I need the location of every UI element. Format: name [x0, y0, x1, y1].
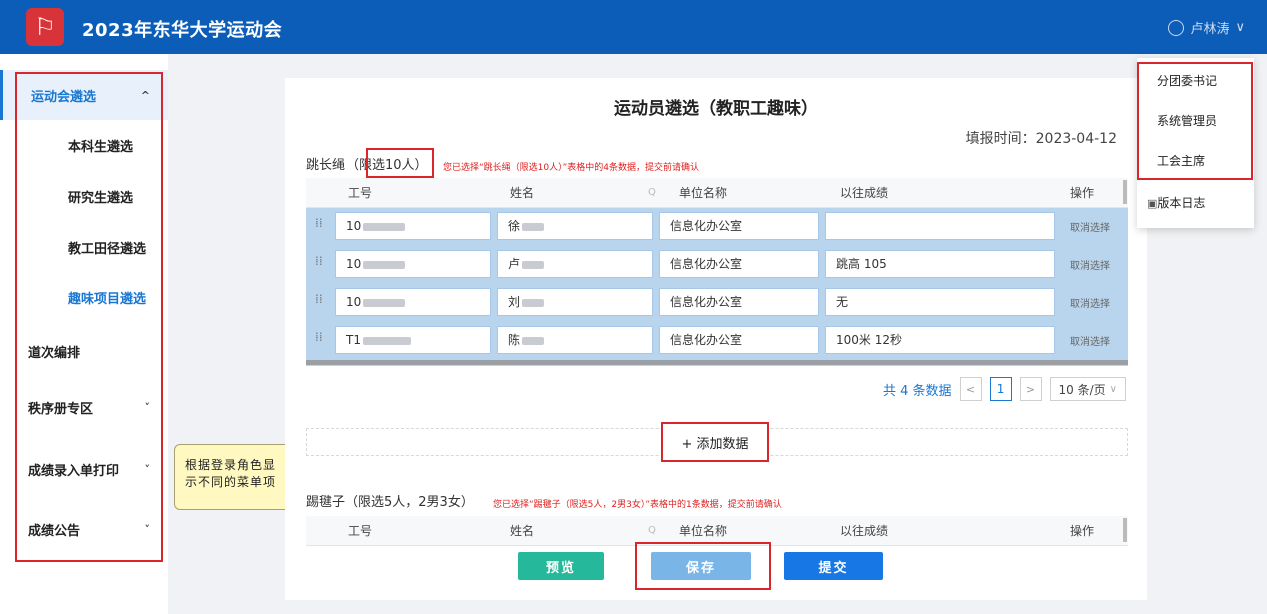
page-title: 运动员遴选（教职工趣味）: [614, 99, 818, 119]
scrollbar[interactable]: [1123, 518, 1127, 542]
cell-staff-id: 10: [335, 288, 491, 316]
table-row[interactable]: ⁞⁞ 10 刘 信息化办公室 无 取消选择: [306, 284, 1128, 320]
drag-handle-icon[interactable]: ⁞⁞: [315, 254, 323, 268]
pagination: 共 4 条数据 < 1 > 10 条/页 ∨: [883, 376, 1126, 402]
cell-name: 刘: [497, 288, 653, 316]
total-count: 共 4 条数据: [882, 383, 952, 399]
page-size-select[interactable]: 10 条/页 ∨: [1049, 377, 1126, 401]
cell-staff-id: 10: [335, 250, 491, 278]
column-header: 单位名称: [679, 186, 728, 200]
add-data-button[interactable]: + 添加数据: [661, 422, 769, 462]
section-title: 踢毽子（限选5人，2男3女）: [306, 495, 474, 510]
cell-score: 跳高 105: [825, 250, 1055, 278]
drag-handle-icon[interactable]: ⁞⁞: [315, 330, 323, 344]
cell-unit: 信息化办公室: [659, 212, 819, 240]
column-header: 工号: [348, 524, 373, 538]
cell-name: 陈: [497, 326, 653, 354]
column-header: 以往成绩: [840, 186, 889, 200]
chevron-down-icon: ∨: [1235, 20, 1245, 35]
selection-note: 您已选择“踢毽子（限选5人，2男3女）”表格中的1条数据，提交前请确认: [493, 500, 782, 510]
log-icon: ▣: [1147, 197, 1158, 210]
cancel-select-link[interactable]: 取消选择: [1070, 219, 1110, 234]
cell-score: [825, 212, 1055, 240]
limit-highlight-box: [366, 148, 434, 178]
role-tooltip: 根据登录角色显示不同的菜单项: [174, 444, 295, 510]
roles-highlight-box: [1137, 62, 1253, 180]
scrollbar[interactable]: [1123, 180, 1127, 204]
column-header: 操作: [1070, 186, 1095, 200]
save-button[interactable]: 保存: [651, 552, 751, 580]
column-header: 姓名: [510, 186, 535, 200]
cell-score: 无: [825, 288, 1055, 316]
cancel-select-link[interactable]: 取消选择: [1070, 257, 1110, 272]
cancel-select-link[interactable]: 取消选择: [1070, 333, 1110, 348]
drag-handle-icon[interactable]: ⁞⁞: [315, 292, 323, 306]
section-title: 跳长绳: [306, 158, 346, 173]
preview-button[interactable]: 预览: [518, 552, 604, 580]
cell-score: 100米 12秒: [825, 326, 1055, 354]
table-row[interactable]: ⁞⁞ T1 陈 信息化办公室 100米 12秒 取消选择: [306, 322, 1128, 358]
column-header: 以往成绩: [840, 524, 889, 538]
table-row[interactable]: ⁞⁞ 10 徐 信息化办公室 取消选择: [306, 208, 1128, 244]
selection-note: 您已选择“跳长绳（限选10人）”表格中的4条数据，提交前请确认: [443, 163, 700, 173]
table-body: ⁞⁞ 10 徐 信息化办公室 取消选择 ⁞⁞ 10 卢 信息化办公室 跳高 10…: [306, 208, 1128, 366]
cell-unit: 信息化办公室: [659, 326, 819, 354]
user-icon: [1168, 19, 1185, 36]
cell-unit: 信息化办公室: [659, 288, 819, 316]
page-number-button[interactable]: 1: [989, 377, 1012, 401]
cancel-select-link[interactable]: 取消选择: [1070, 295, 1110, 310]
app-title: 2023年东华大学运动会: [82, 20, 283, 41]
search-icon[interactable]: Q: [648, 525, 656, 536]
cell-staff-id: 10: [335, 212, 491, 240]
report-time: 填报时间：2023-04-12: [965, 131, 1117, 147]
cell-name: 徐: [497, 212, 653, 240]
column-header: 单位名称: [679, 524, 728, 538]
version-log-link[interactable]: ▣版本日志: [1147, 194, 1205, 211]
user-name: 卢林涛: [1190, 22, 1230, 37]
table-long-rope: 工号 姓名 Q 单位名称 以往成绩 操作 ⁞⁞ 10 徐 信息化办公室 取消选择…: [306, 178, 1128, 366]
cell-staff-id: T1: [335, 326, 491, 354]
top-header: ⚐ 2023年东华大学运动会 卢林涛 ∨: [0, 0, 1267, 54]
sidebar-highlight-box: [15, 72, 163, 562]
main-card: 运动员遴选（教职工趣味） 填报时间：2023-04-12 跳长绳 （限选10人）…: [285, 78, 1147, 600]
prev-page-button[interactable]: <: [959, 377, 982, 401]
column-header: 姓名: [510, 524, 535, 538]
user-menu[interactable]: 卢林涛 ∨: [1168, 18, 1245, 37]
role-dropdown: 分团委书记 系统管理员 工会主席 ▣版本日志: [1137, 58, 1254, 228]
next-page-button[interactable]: >: [1019, 377, 1042, 401]
search-icon[interactable]: Q: [648, 187, 656, 198]
horizontal-scrollbar[interactable]: [306, 360, 1128, 365]
table-row[interactable]: ⁞⁞ 10 卢 信息化办公室 跳高 105 取消选择: [306, 246, 1128, 282]
cell-unit: 信息化办公室: [659, 250, 819, 278]
runner-logo-icon: ⚐: [26, 8, 64, 46]
column-header: 工号: [348, 186, 373, 200]
chevron-down-icon: ∨: [1109, 383, 1117, 395]
drag-handle-icon[interactable]: ⁞⁞: [315, 216, 323, 230]
submit-button[interactable]: 提交: [784, 552, 883, 580]
cell-name: 卢: [497, 250, 653, 278]
table-header: 工号 姓名 Q 单位名称 以往成绩 操作: [306, 178, 1128, 208]
column-header: 操作: [1070, 524, 1095, 538]
